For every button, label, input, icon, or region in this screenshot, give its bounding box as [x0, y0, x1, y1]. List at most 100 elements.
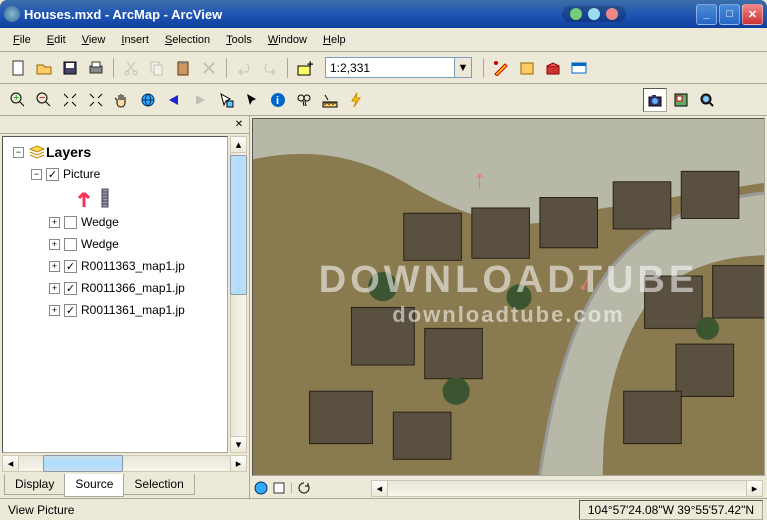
scroll-up-icon[interactable]: ▴ [230, 136, 247, 153]
full-extent-icon[interactable] [136, 88, 160, 112]
menubar: File Edit View Insert Selection Tools Wi… [0, 28, 767, 52]
data-view-icon[interactable] [254, 481, 268, 495]
magnifier-icon[interactable] [695, 88, 719, 112]
layer-tree[interactable]: − Layers − ✓ Picture + Wedge [2, 136, 228, 453]
copy-icon[interactable] [145, 56, 169, 80]
toc-tabs: Display Source Selection [0, 474, 249, 498]
expand-icon[interactable]: + [49, 305, 60, 316]
window-title: Houses.mxd - ArcMap - ArcView [24, 7, 562, 22]
menu-window[interactable]: Window [261, 31, 314, 49]
prev-extent-icon[interactable] [162, 88, 186, 112]
next-extent-icon[interactable] [188, 88, 212, 112]
scroll-left-icon[interactable]: ◂ [2, 455, 19, 472]
menu-file[interactable]: File [6, 31, 38, 49]
app-icon [4, 6, 20, 22]
maximize-button[interactable]: □ [719, 4, 740, 25]
arrow-symbol-icon [75, 187, 93, 209]
command-icon[interactable] [567, 56, 591, 80]
arctoolbox-icon[interactable] [541, 56, 565, 80]
layer-label: Wedge [81, 237, 119, 251]
print-icon[interactable] [84, 56, 108, 80]
tab-source[interactable]: Source [64, 474, 124, 497]
new-icon[interactable] [6, 56, 30, 80]
menu-view[interactable]: View [75, 31, 113, 49]
fixed-zoom-out-icon[interactable] [84, 88, 108, 112]
tree-item[interactable]: + ✓ R0011363_map1.jp [5, 255, 225, 277]
identify-icon[interactable]: i [266, 88, 290, 112]
minimize-button[interactable]: _ [696, 4, 717, 25]
tree-item[interactable]: + ✓ R0011366_map1.jp [5, 277, 225, 299]
scroll-left-icon[interactable]: ◂ [371, 480, 388, 497]
close-button[interactable]: ✕ [742, 4, 763, 25]
pan-icon[interactable] [110, 88, 134, 112]
overview-icon[interactable] [669, 88, 693, 112]
main-area: ✕ − Layers − ✓ Picture + [0, 116, 767, 498]
refresh-icon[interactable] [297, 481, 311, 495]
menu-insert[interactable]: Insert [114, 31, 156, 49]
menu-selection[interactable]: Selection [158, 31, 217, 49]
menu-edit[interactable]: Edit [40, 31, 73, 49]
paste-icon[interactable] [171, 56, 195, 80]
layout-view-icon[interactable] [272, 481, 286, 495]
layer-label: Picture [63, 167, 100, 181]
map-view[interactable]: ↑ ↑ DOWNLOADTUBEdownloadtube.com [252, 118, 765, 476]
scroll-thumb[interactable] [43, 455, 123, 472]
layer-checkbox[interactable]: ✓ [46, 168, 59, 181]
menu-tools[interactable]: Tools [219, 31, 259, 49]
scroll-right-icon[interactable]: ▸ [746, 480, 763, 497]
layer-checkbox[interactable]: ✓ [64, 304, 77, 317]
scroll-right-icon[interactable]: ▸ [230, 455, 247, 472]
open-icon[interactable] [32, 56, 56, 80]
pointer-icon[interactable] [240, 88, 264, 112]
zoom-in-icon[interactable]: + [6, 88, 30, 112]
layer-label: R0011361_map1.jp [81, 303, 185, 317]
layer-label: R0011366_map1.jp [81, 281, 185, 295]
editor-icon[interactable] [489, 56, 513, 80]
expand-icon[interactable]: + [49, 283, 60, 294]
toc-horizontal-scrollbar[interactable]: ◂ ▸ [2, 455, 247, 472]
camera-icon[interactable] [643, 88, 667, 112]
tree-item[interactable]: + Wedge [5, 233, 225, 255]
zoom-out-icon[interactable]: − [32, 88, 56, 112]
expand-icon[interactable]: + [49, 239, 60, 250]
tree-item[interactable]: + ✓ R0011361_map1.jp [5, 299, 225, 321]
select-elements-icon[interactable] [214, 88, 238, 112]
expand-icon[interactable]: + [49, 217, 60, 228]
scroll-thumb[interactable] [230, 155, 247, 295]
tree-root[interactable]: − Layers [5, 141, 225, 163]
cut-icon[interactable] [119, 56, 143, 80]
arccatalog-icon[interactable] [515, 56, 539, 80]
tree-item[interactable]: + Wedge [5, 211, 225, 233]
menu-help[interactable]: Help [316, 31, 353, 49]
toc-header: ✕ [0, 116, 249, 134]
toc-close-icon[interactable]: ✕ [232, 118, 246, 132]
tab-selection[interactable]: Selection [123, 474, 194, 495]
redo-icon[interactable] [258, 56, 282, 80]
undo-icon[interactable] [232, 56, 256, 80]
layer-checkbox[interactable]: ✓ [64, 282, 77, 295]
svg-text:+: + [307, 60, 313, 71]
scale-dropdown-button[interactable]: ▼ [455, 57, 472, 78]
map-scale-input[interactable] [325, 57, 455, 78]
flash-icon[interactable] [344, 88, 368, 112]
fixed-zoom-in-icon[interactable] [58, 88, 82, 112]
collapse-icon[interactable]: − [13, 147, 24, 158]
tree-item[interactable]: − ✓ Picture [5, 163, 225, 185]
scroll-down-icon[interactable]: ▾ [230, 436, 247, 453]
layer-checkbox[interactable] [64, 238, 77, 251]
map-panel: ↑ ↑ DOWNLOADTUBEdownloadtube.com | ◂ ▸ [250, 116, 767, 498]
map-horizontal-scrollbar[interactable]: ◂ ▸ [371, 480, 763, 497]
measure-icon[interactable] [318, 88, 342, 112]
collapse-icon[interactable]: − [31, 169, 42, 180]
layer-checkbox[interactable] [64, 216, 77, 229]
add-data-icon[interactable]: + [293, 56, 317, 80]
save-icon[interactable] [58, 56, 82, 80]
tab-display[interactable]: Display [4, 474, 65, 495]
layers-icon [28, 144, 46, 160]
find-icon[interactable] [292, 88, 316, 112]
delete-icon[interactable] [197, 56, 221, 80]
toc-vertical-scrollbar[interactable]: ▴ ▾ [230, 136, 247, 453]
layer-checkbox[interactable]: ✓ [64, 260, 77, 273]
svg-text:−: − [39, 92, 45, 104]
expand-icon[interactable]: + [49, 261, 60, 272]
